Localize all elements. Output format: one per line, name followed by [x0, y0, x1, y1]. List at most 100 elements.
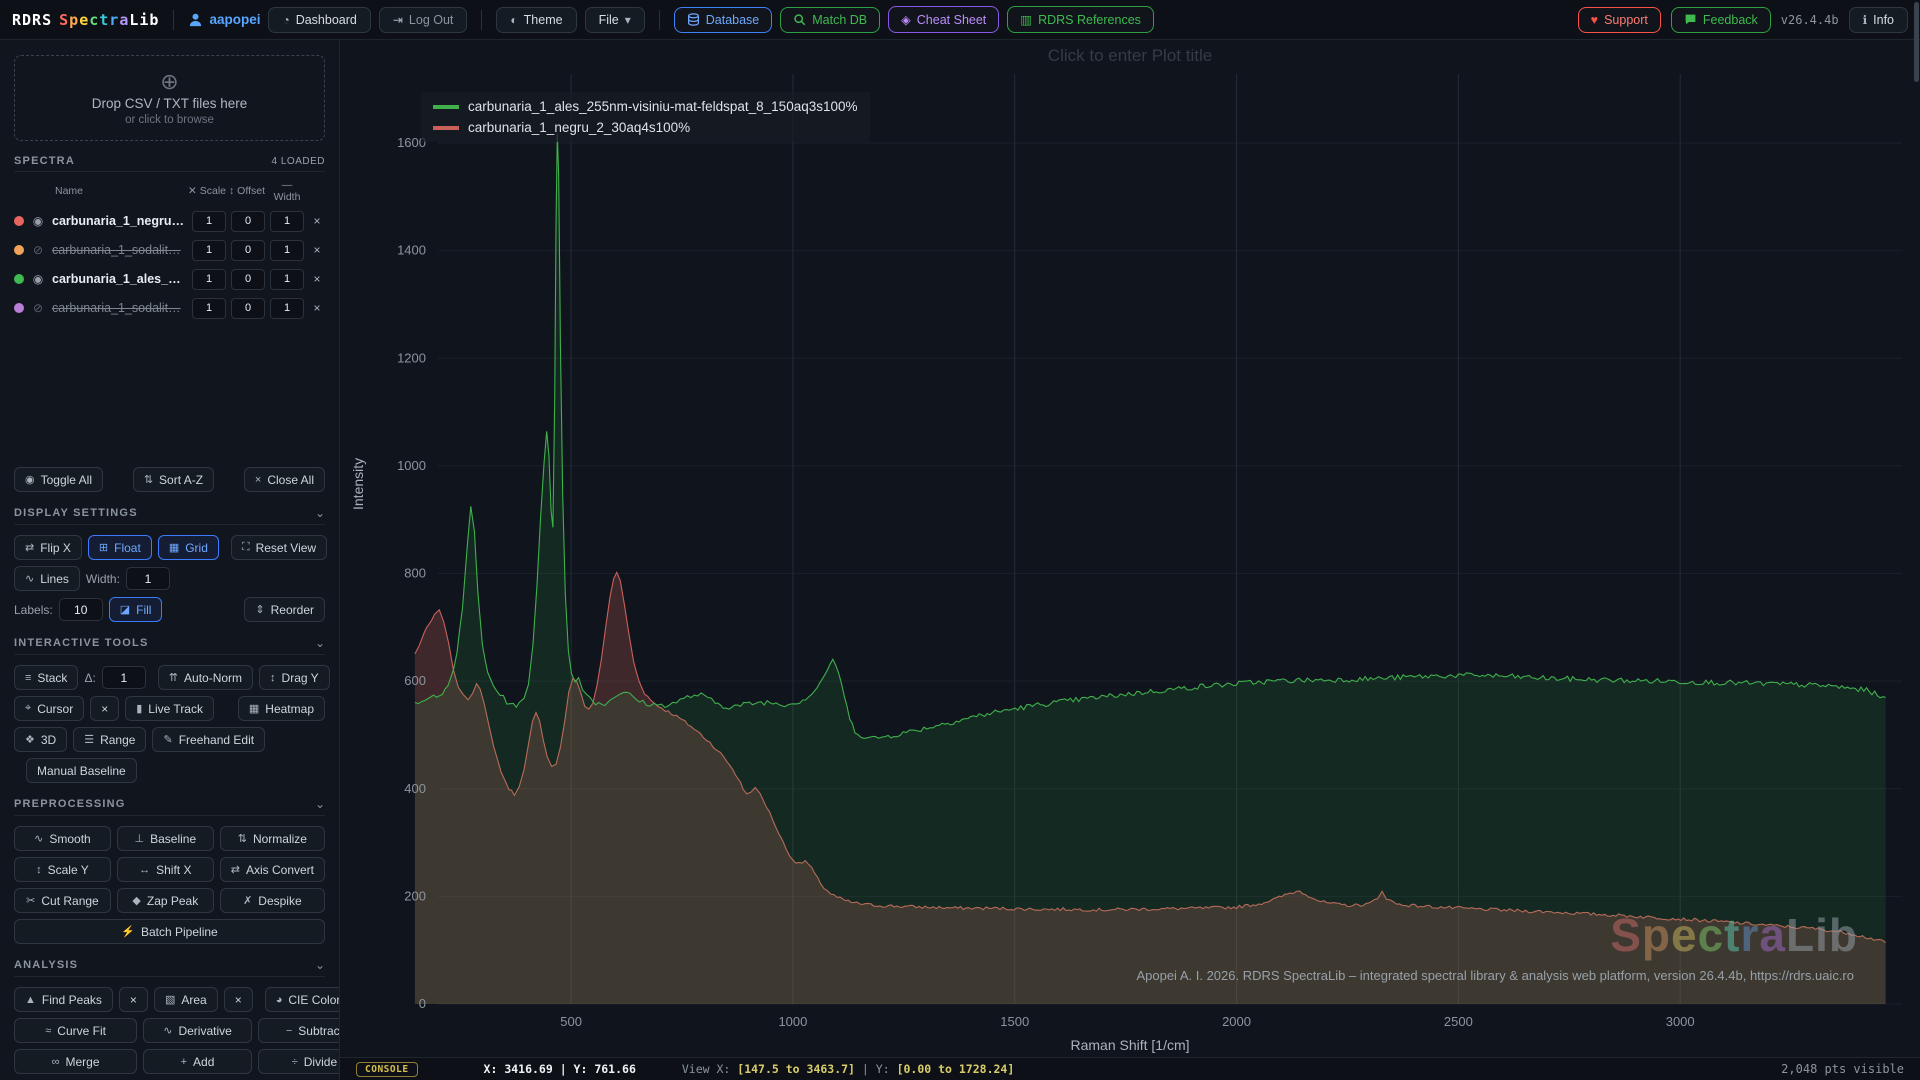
cie-color-button[interactable]: ◕CIE Color — [265, 987, 340, 1012]
cursor-button[interactable]: ⌖Cursor — [14, 696, 84, 721]
add-button[interactable]: +Add — [143, 1049, 252, 1074]
legend-item[interactable]: carbunaria_1_negru_2_30aq4s100% — [433, 120, 858, 135]
eye-icon[interactable]: ◉ — [29, 272, 47, 286]
cut-range-button[interactable]: ✂Cut Range — [14, 888, 111, 913]
3d-button[interactable]: ❖3D — [14, 727, 67, 752]
scale-input[interactable] — [192, 269, 226, 290]
range-button[interactable]: ☰Range — [73, 727, 146, 752]
offset-input[interactable] — [231, 211, 265, 232]
eye-icon[interactable]: ◉ — [29, 214, 47, 228]
width-input[interactable] — [270, 269, 304, 290]
grid-icon: ▦ — [169, 541, 179, 554]
sort-button[interactable]: ⇅Sort A-Z — [133, 467, 214, 492]
interactive-tools-header[interactable]: INTERACTIVE TOOLS ⌄ — [14, 636, 325, 655]
user-menu[interactable]: aapopei — [188, 12, 260, 27]
scale-input[interactable] — [192, 298, 226, 319]
theme-button[interactable]: ◐ Theme — [496, 7, 576, 33]
offset-input[interactable] — [231, 298, 265, 319]
analysis-header[interactable]: ANALYSIS ⌄ — [14, 958, 325, 977]
area-button[interactable]: ▧Area — [154, 987, 218, 1012]
width-input[interactable] — [270, 211, 304, 232]
reorder-button[interactable]: ⇕Reorder — [244, 597, 325, 622]
scale-input[interactable] — [192, 240, 226, 261]
preprocessing-header[interactable]: PREPROCESSING ⌄ — [14, 797, 325, 816]
shift-x-button[interactable]: ↔Shift X — [117, 857, 214, 882]
rdrs-references-button[interactable]: ▥ RDRS References — [1007, 6, 1154, 33]
spectrum-name[interactable]: carbunaria_1_sodalit… — [52, 301, 187, 315]
width-input[interactable] — [270, 298, 304, 319]
close-icon: × — [130, 993, 137, 1007]
close-all-button[interactable]: ×Close All — [244, 467, 325, 492]
database-button[interactable]: Database — [674, 7, 773, 33]
float-button[interactable]: ⊞Float — [88, 535, 152, 560]
file-dropzone[interactable]: ⊕ Drop CSV / TXT files here or click to … — [14, 55, 325, 141]
baseline-button[interactable]: ⊥Baseline — [117, 826, 214, 851]
stack-delta-input[interactable] — [102, 666, 146, 689]
cheat-sheet-button[interactable]: ◈ Cheat Sheet — [888, 6, 999, 33]
eye-off-icon[interactable]: ⊘ — [29, 301, 47, 315]
lines-button[interactable]: ∿Lines — [14, 566, 80, 591]
labels-input[interactable] — [59, 598, 103, 621]
heatmap-button[interactable]: ▦Heatmap — [238, 696, 325, 721]
fill-button[interactable]: ◪Fill — [109, 597, 163, 622]
grid-button[interactable]: ▦Grid — [158, 535, 219, 560]
spectrum-name[interactable]: carbunaria_1_ales_2… — [52, 272, 187, 286]
scale-input[interactable] — [192, 211, 226, 232]
area-close-button[interactable]: × — [224, 987, 253, 1012]
display-settings-header[interactable]: DISPLAY SETTINGS ⌄ — [14, 506, 325, 525]
remove-spectrum-button[interactable]: × — [309, 243, 325, 257]
curve-fit-button[interactable]: ≈Curve Fit — [14, 1018, 137, 1043]
spectrum-name[interactable]: carbunaria_1_negru… — [52, 214, 187, 228]
match-db-button[interactable]: Match DB — [780, 7, 880, 33]
logout-button[interactable]: ⇥ Log Out — [379, 7, 468, 33]
curve-fit-icon: ≈ — [45, 1025, 51, 1037]
reset-view-button[interactable]: ⛶Reset View — [231, 535, 327, 560]
offset-input[interactable] — [231, 269, 265, 290]
line-width-input[interactable] — [126, 567, 170, 590]
offset-input[interactable] — [231, 240, 265, 261]
spectra-plot[interactable]: 0200400600800100012001400160050010001500… — [340, 40, 1920, 1057]
eye-off-icon[interactable]: ⊘ — [29, 243, 47, 257]
freehand-edit-button[interactable]: ✎Freehand Edit — [152, 727, 265, 752]
manual-baseline-button[interactable]: Manual Baseline — [26, 758, 137, 783]
live-track-button[interactable]: ▮Live Track — [125, 696, 214, 721]
info-button[interactable]: ℹ Info — [1849, 7, 1908, 33]
spectrum-row: ⊘ carbunaria_1_sodalit… × — [14, 297, 325, 319]
drag-y-button[interactable]: ↕Drag Y — [259, 665, 330, 690]
flip-x-button[interactable]: ⇄Flip X — [14, 535, 82, 560]
axis-convert-button[interactable]: ⇄Axis Convert — [220, 857, 325, 882]
spectrum-name[interactable]: carbunaria_1_sodalit… — [52, 243, 187, 257]
smooth-button[interactable]: ∿Smooth — [14, 826, 111, 851]
plot-area[interactable]: 0200400600800100012001400160050010001500… — [340, 40, 1920, 1057]
legend-item[interactable]: carbunaria_1_ales_255nm-visiniu-mat-feld… — [433, 99, 858, 114]
dashboard-button[interactable]: ◔ Dashboard — [268, 7, 370, 33]
derivative-button[interactable]: ∿Derivative — [143, 1018, 252, 1043]
scale-y-button[interactable]: ↕Scale Y — [14, 857, 111, 882]
merge-button[interactable]: ∞Merge — [14, 1049, 137, 1074]
remove-spectrum-button[interactable]: × — [309, 214, 325, 228]
scrollbar-thumb[interactable] — [1914, 2, 1919, 82]
batch-pipeline-button[interactable]: ⚡Batch Pipeline — [14, 919, 325, 944]
x-axis-label: Raman Shift [1/cm] — [340, 1037, 1920, 1053]
divide-button[interactable]: ÷Divide — [258, 1049, 340, 1074]
despike-button[interactable]: ✗Despike — [220, 888, 325, 913]
zap-peak-button[interactable]: ◆Zap Peak — [117, 888, 214, 913]
find-peaks-button[interactable]: ▲Find Peaks — [14, 987, 113, 1012]
subtract-button[interactable]: −Subtract — [258, 1018, 340, 1043]
console-button[interactable]: CONSOLE — [356, 1062, 418, 1077]
find-peaks-close-button[interactable]: × — [119, 987, 148, 1012]
toggle-all-button[interactable]: ◉Toggle All — [14, 467, 103, 492]
normalize-button[interactable]: ⇅Normalize — [220, 826, 325, 851]
remove-spectrum-button[interactable]: × — [309, 272, 325, 286]
support-button[interactable]: ♥ Support — [1578, 7, 1661, 33]
app-logo[interactable]: RDRS SpectraLib — [12, 11, 159, 29]
plot-title-placeholder[interactable]: Click to enter Plot title — [340, 46, 1920, 66]
cursor-close-button[interactable]: × — [90, 696, 119, 721]
range-icon: ☰ — [84, 733, 94, 746]
width-input[interactable] — [270, 240, 304, 261]
stack-button[interactable]: ≡Stack — [14, 665, 78, 690]
auto-norm-button[interactable]: ⇈Auto-Norm — [158, 665, 253, 690]
file-menu-button[interactable]: File ▾ — [585, 7, 645, 33]
remove-spectrum-button[interactable]: × — [309, 301, 325, 315]
feedback-button[interactable]: Feedback — [1671, 7, 1771, 33]
